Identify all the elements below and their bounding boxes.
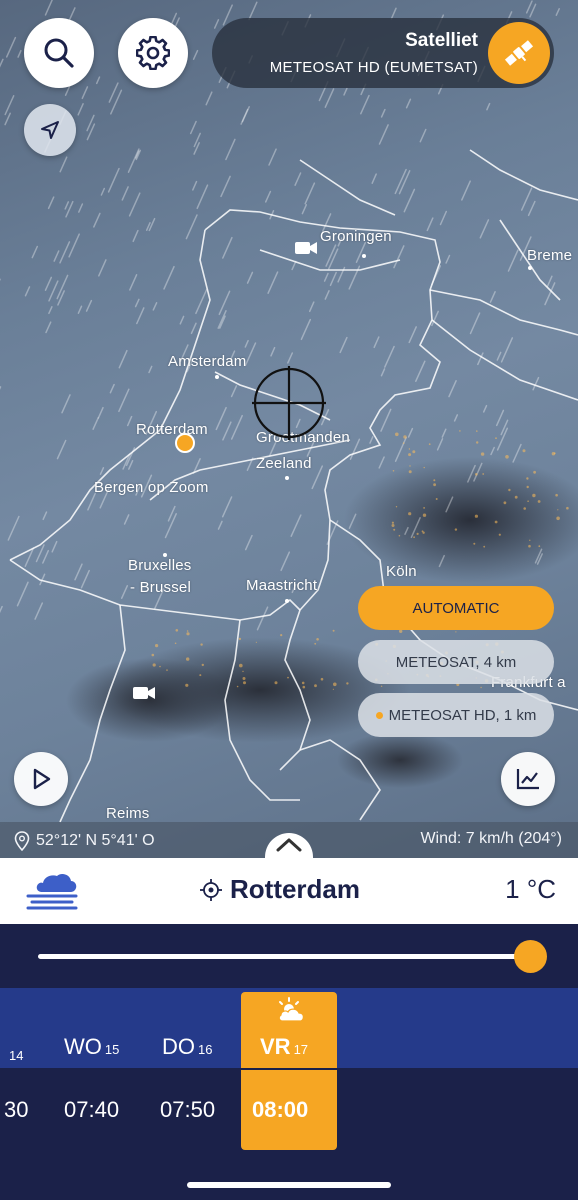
location-name: Rotterdam — [230, 874, 361, 904]
play-icon — [33, 768, 51, 790]
day-date: 16 — [198, 1042, 213, 1057]
source-meteosat-4km-button[interactable]: METEOSAT, 4 km — [358, 640, 554, 684]
active-dot-icon — [375, 711, 383, 719]
satellite-icon — [504, 40, 534, 66]
time-item-selected[interactable]: 08:00 — [252, 1097, 308, 1123]
day-name: WO — [64, 1034, 102, 1059]
temperature: 1 °C — [505, 874, 556, 904]
target-icon — [200, 878, 222, 901]
time-item[interactable]: 30 — [4, 1097, 28, 1123]
day-name: VR — [260, 1034, 291, 1059]
search-button[interactable] — [24, 18, 94, 88]
location-name-wrap[interactable]: Rotterdam — [200, 874, 360, 905]
day-item[interactable]: DO 16 — [162, 1034, 212, 1060]
time-slider[interactable] — [0, 924, 578, 988]
locate-me-button[interactable] — [24, 104, 76, 156]
search-icon — [44, 38, 74, 68]
day-item[interactable]: WO 15 — [64, 1034, 119, 1060]
day-item-selected[interactable]: VR 17 — [260, 1034, 308, 1060]
day-date: 15 — [104, 1042, 120, 1057]
time-item[interactable]: 07:40 — [64, 1097, 119, 1123]
coordinates-text: 52°12' N 5°41' O — [36, 832, 155, 849]
home-indicator — [187, 1182, 391, 1188]
location-pin-icon — [14, 831, 30, 851]
time-item[interactable]: 07:50 — [160, 1097, 215, 1123]
location-bar[interactable]: Rotterdam 1 °C — [0, 858, 578, 924]
crosshair-icon — [252, 366, 326, 440]
day-date: 17 — [293, 1042, 309, 1057]
source-meteosat-hd-label: METEOSAT HD, 1 km — [388, 706, 537, 724]
wind-text: Wind: 7 km/h (204°) — [420, 830, 562, 847]
satellite-map[interactable]: Groningen Breme Amsterdam Rotterdam Groo… — [0, 0, 578, 858]
play-button[interactable] — [14, 752, 68, 806]
chart-icon — [516, 769, 539, 790]
source-meteosat-hd-button[interactable]: METEOSAT HD, 1 km — [358, 693, 554, 737]
layer-selector[interactable]: Satelliet METEOSAT HD (EUMETSAT) — [212, 18, 554, 88]
slider-thumb[interactable] — [513, 940, 547, 973]
chevron-up-icon — [276, 838, 302, 852]
coordinates: 52°12' N 5°41' O — [14, 831, 155, 851]
fog-cloud-icon — [26, 873, 78, 910]
layer-subtitle: METEOSAT HD (EUMETSAT) — [269, 59, 478, 76]
source-meteosat-4km-label: METEOSAT, 4 km — [395, 653, 517, 671]
partly-cloudy-icon — [278, 997, 304, 1022]
satellite-layer-button[interactable] — [488, 22, 550, 84]
day-date: 14 — [9, 1048, 24, 1063]
source-automatic-button[interactable]: AUTOMATIC — [358, 586, 554, 630]
current-location-marker — [175, 433, 195, 453]
layer-title: Satelliet — [405, 30, 478, 51]
gear-icon — [136, 36, 170, 70]
slider-track[interactable] — [38, 954, 530, 959]
chart-button[interactable] — [501, 752, 555, 806]
day-name: DO — [162, 1034, 195, 1059]
settings-button[interactable] — [118, 18, 188, 88]
navigation-arrow-icon — [41, 121, 59, 139]
day-item[interactable]: 14 — [6, 1040, 23, 1066]
source-automatic-label: AUTOMATIC — [412, 599, 500, 617]
